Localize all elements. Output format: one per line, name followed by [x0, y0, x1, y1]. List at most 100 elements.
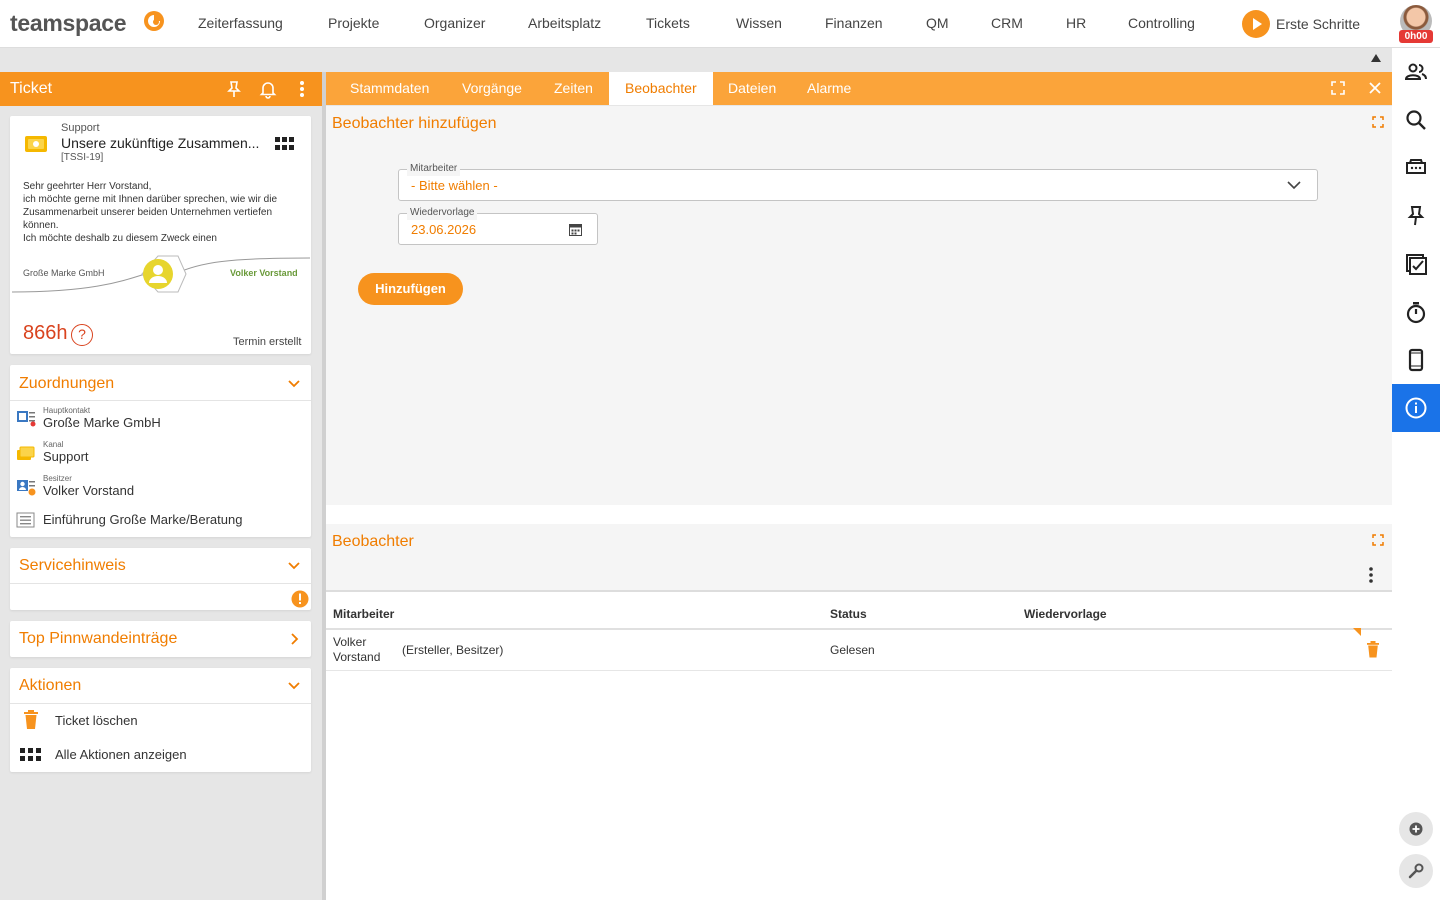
- task-checklist-icon[interactable]: [1404, 252, 1428, 276]
- close-icon[interactable]: [1368, 81, 1382, 95]
- nav-item-arbeitsplatz[interactable]: Arbeitsplatz: [528, 15, 601, 31]
- collapse-up-icon[interactable]: [1371, 54, 1381, 62]
- ticket-header-title: Ticket: [10, 80, 53, 97]
- nav-item-qm[interactable]: QM: [926, 15, 949, 31]
- observer-name-last: Vorstand: [333, 650, 381, 664]
- detail-tabbar: Stammdaten Vorgänge Zeiten Beobachter Da…: [326, 72, 1392, 105]
- pin-icon[interactable]: [1404, 204, 1428, 228]
- erste-schritte-button[interactable]: Erste Schritte: [1242, 10, 1360, 38]
- contacts-icon[interactable]: [1404, 60, 1428, 84]
- project-list-icon: [16, 512, 35, 528]
- nav-item-projekte[interactable]: Projekte: [328, 15, 379, 31]
- zuordnung-label: Kanal: [43, 440, 64, 449]
- app-logo[interactable]: teamspace: [10, 10, 127, 37]
- tab-alarme[interactable]: Alarme: [791, 72, 867, 105]
- wiedervorlage-value: 23.06.2026: [411, 222, 477, 237]
- servicehinweis-title[interactable]: Servicehinweis: [19, 557, 126, 575]
- divider: [10, 703, 311, 704]
- fullscreen-icon[interactable]: [1331, 81, 1345, 95]
- observer-role: (Ersteller, Besitzer): [402, 643, 504, 657]
- zuordnung-hauptkontakt[interactable]: Große Marke GmbH: [43, 415, 161, 430]
- zuordnung-projekt[interactable]: Einführung Große Marke/Beratung: [43, 512, 242, 527]
- zuordnung-besitzer[interactable]: Volker Vorstand: [43, 483, 134, 498]
- action-alle-aktionen[interactable]: Alle Aktionen anzeigen: [55, 747, 187, 762]
- tab-zeiten[interactable]: Zeiten: [538, 72, 609, 105]
- stopwatch-icon[interactable]: [1404, 300, 1428, 324]
- observer-name-first: Volker: [333, 635, 367, 649]
- wrench-icon: [1408, 863, 1424, 879]
- nav-item-tickets[interactable]: Tickets: [646, 15, 690, 31]
- add-widget-button[interactable]: [1399, 812, 1433, 846]
- column-header-mitarbeiter[interactable]: Mitarbeiter: [333, 607, 394, 621]
- ticket-header: Ticket: [0, 72, 322, 106]
- settings-button[interactable]: [1399, 854, 1433, 888]
- observer-status: Gelesen: [830, 643, 875, 657]
- channel-icon: [17, 446, 35, 460]
- zuordnungen-section: Zuordnungen Hauptkontakt Große Marke Gmb…: [10, 365, 311, 537]
- pinnwand-section[interactable]: Top Pinnwandeinträge: [10, 621, 311, 657]
- ticket-summary-card: Support Unsere zukünftige Zusammen... [T…: [10, 116, 311, 354]
- search-icon[interactable]: [1404, 108, 1428, 132]
- servicehinweis-section: Servicehinweis: [10, 548, 311, 610]
- mitarbeiter-select[interactable]: Mitarbeiter - Bitte wählen -: [398, 162, 1318, 201]
- row-divider: [326, 670, 1392, 671]
- nav-item-hr[interactable]: HR: [1066, 15, 1086, 31]
- help-icon[interactable]: ?: [71, 324, 93, 346]
- ticket-message-preview: Sehr geehrter Herr Vorstand, ich möchte …: [23, 181, 278, 244]
- apps-grid-icon[interactable]: [275, 137, 295, 151]
- nav-item-finanzen[interactable]: Finanzen: [825, 15, 883, 31]
- panel-gap: [326, 505, 1392, 524]
- info-panel-toggle[interactable]: [1392, 384, 1440, 432]
- chevron-down-icon[interactable]: [287, 679, 301, 693]
- ticket-title: Unsere zukünftige Zusammen...: [61, 135, 260, 151]
- nav-item-organizer[interactable]: Organizer: [424, 15, 485, 31]
- observer-list-header: Beobachter: [326, 524, 1392, 592]
- nav-item-controlling[interactable]: Controlling: [1128, 15, 1195, 31]
- tab-dateien[interactable]: Dateien: [712, 72, 792, 105]
- chevron-down-icon[interactable]: [287, 377, 301, 391]
- chevron-right-icon[interactable]: [287, 632, 301, 646]
- zuordnungen-title[interactable]: Zuordnungen: [19, 375, 114, 393]
- apps-grid-icon[interactable]: [20, 748, 41, 762]
- corner-marker-icon: [1353, 628, 1361, 636]
- column-header-wiedervorlage[interactable]: Wiedervorlage: [1024, 607, 1107, 621]
- action-ticket-loeschen[interactable]: Ticket löschen: [55, 713, 138, 728]
- contact-person-icon: [143, 259, 173, 289]
- nav-item-crm[interactable]: CRM: [991, 15, 1023, 31]
- calendar-icon[interactable]: [569, 223, 582, 236]
- zuordnung-kanal[interactable]: Support: [43, 449, 89, 464]
- bell-icon[interactable]: [258, 79, 278, 99]
- info-icon: [1405, 397, 1427, 419]
- expand-icon[interactable]: [1372, 534, 1384, 546]
- tab-stammdaten[interactable]: Stammdaten: [334, 72, 445, 105]
- ticket-icon[interactable]: [1404, 156, 1428, 180]
- add-observer-panel: Beobachter hinzufügen Mitarbeiter - Bitt…: [326, 106, 1392, 505]
- mitarbeiter-value: - Bitte wählen -: [411, 178, 498, 193]
- aktionen-title[interactable]: Aktionen: [19, 677, 81, 695]
- support-ticket-icon: [25, 136, 47, 152]
- right-toolbar: [1392, 48, 1440, 900]
- divider: [10, 583, 311, 584]
- pin-icon[interactable]: [224, 79, 244, 99]
- nav-item-wissen[interactable]: Wissen: [736, 15, 782, 31]
- hinzufuegen-button[interactable]: Hinzufügen: [358, 273, 463, 305]
- trash-icon[interactable]: [24, 710, 38, 730]
- more-vertical-icon[interactable]: [1369, 567, 1373, 583]
- tab-beobachter[interactable]: Beobachter: [609, 72, 713, 105]
- pinnwand-title[interactable]: Top Pinnwandeinträge: [19, 630, 177, 648]
- aktionen-section: Aktionen Ticket löschen Alle Aktionen an…: [10, 668, 311, 772]
- wiedervorlage-date-field[interactable]: Wiedervorlage 23.06.2026: [398, 206, 598, 245]
- column-header-status[interactable]: Status: [830, 607, 867, 621]
- timer-badge[interactable]: 0h00: [1399, 30, 1433, 43]
- more-vertical-icon[interactable]: [292, 79, 312, 99]
- mobile-phone-icon[interactable]: [1404, 348, 1428, 372]
- ticket-channel: Support: [61, 122, 100, 134]
- trash-icon[interactable]: [1367, 641, 1379, 658]
- chevron-down-icon[interactable]: [287, 559, 301, 573]
- ticket-status-text: Termin erstellt: [233, 336, 302, 348]
- expand-icon[interactable]: [1372, 116, 1384, 128]
- flow-from: Große Marke GmbH: [23, 268, 105, 278]
- nav-item-zeiterfassung[interactable]: Zeiterfassung: [198, 15, 283, 31]
- wiedervorlage-label: Wiedervorlage: [407, 206, 478, 220]
- tab-vorgaenge[interactable]: Vorgänge: [446, 72, 538, 105]
